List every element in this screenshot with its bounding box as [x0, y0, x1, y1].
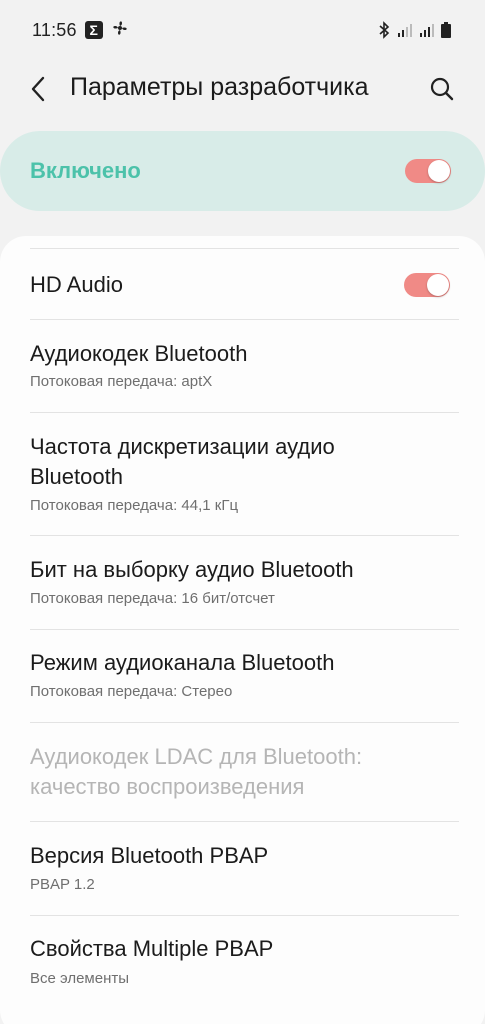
- setting-summary: PBAP 1.2: [30, 876, 95, 893]
- setting-title: Бит на выборку аудио Bluetooth: [30, 557, 354, 582]
- setting-hd-audio[interactable]: HD Audio: [0, 250, 485, 320]
- settings-list: HD Audio Аудиокодек Bluetooth Потоковая …: [0, 236, 485, 1024]
- master-toggle[interactable]: [405, 159, 451, 183]
- setting-summary: Потоковая передача: Стерео: [30, 683, 233, 700]
- status-left: 11:56 Σ: [32, 19, 129, 42]
- bluetooth-icon: [377, 21, 391, 39]
- setting-pbap-version[interactable]: Версия Bluetooth PBAP PBAP 1.2: [0, 822, 485, 915]
- search-button[interactable]: [425, 72, 459, 106]
- setting-ldac-quality: Аудиокодек LDAC для Bluetooth: качество …: [0, 723, 485, 821]
- sigma-badge-icon: Σ: [84, 21, 103, 39]
- signal-icon: [419, 22, 435, 38]
- signal-icon: [397, 22, 413, 38]
- toggle-knob: [427, 274, 449, 296]
- status-right: [377, 21, 451, 39]
- setting-summary: Все элементы: [30, 970, 130, 987]
- divider: [30, 248, 459, 249]
- setting-bt-channel[interactable]: Режим аудиоканала Bluetooth Потоковая пе…: [0, 630, 485, 722]
- setting-summary: Потоковая передача: aptX: [30, 373, 213, 390]
- setting-summary: Потоковая передача: 16 бит/отсчет: [30, 590, 275, 607]
- setting-bt-bits[interactable]: Бит на выборку аудио Bluetooth Потоковая…: [0, 536, 485, 629]
- hd-audio-toggle[interactable]: [404, 273, 450, 297]
- search-icon: [430, 77, 454, 101]
- setting-title-line1: Аудиокодек LDAC для Bluetooth:: [30, 744, 363, 769]
- setting-title-line2: Bluetooth: [30, 464, 123, 489]
- battery-icon: [441, 22, 451, 38]
- master-switch-row[interactable]: Включено: [0, 131, 485, 211]
- app-bar: Параметры разработчика: [0, 60, 485, 116]
- setting-title: Режим аудиоканала Bluetooth: [30, 650, 335, 675]
- page-title: Параметры разработчика: [70, 73, 369, 101]
- setting-bt-codec[interactable]: Аудиокодек Bluetooth Потоковая передача:…: [0, 320, 485, 412]
- back-button[interactable]: [22, 72, 56, 106]
- setting-title: Свойства Multiple PBAP: [30, 936, 274, 961]
- status-bar: 11:56 Σ: [0, 0, 485, 60]
- master-switch-label: Включено: [30, 158, 141, 183]
- chevron-left-icon: [31, 76, 45, 102]
- setting-title: Аудиокодек Bluetooth: [30, 341, 248, 366]
- setting-title-line1: Частота дискретизации аудио: [30, 434, 335, 459]
- setting-summary: Потоковая передача: 44,1 кГц: [30, 497, 239, 514]
- setting-bt-sample-rate[interactable]: Частота дискретизации аудио Bluetooth По…: [0, 413, 485, 535]
- setting-multiple-pbap[interactable]: Свойства Multiple PBAP Все элементы: [0, 916, 485, 1008]
- setting-title-line2: качество воспроизведения: [30, 774, 305, 799]
- fan-icon: [111, 19, 129, 42]
- setting-title: Версия Bluetooth PBAP: [30, 843, 269, 868]
- status-time: 11:56: [32, 19, 77, 40]
- setting-title: HD Audio: [30, 272, 123, 297]
- toggle-knob: [428, 160, 450, 182]
